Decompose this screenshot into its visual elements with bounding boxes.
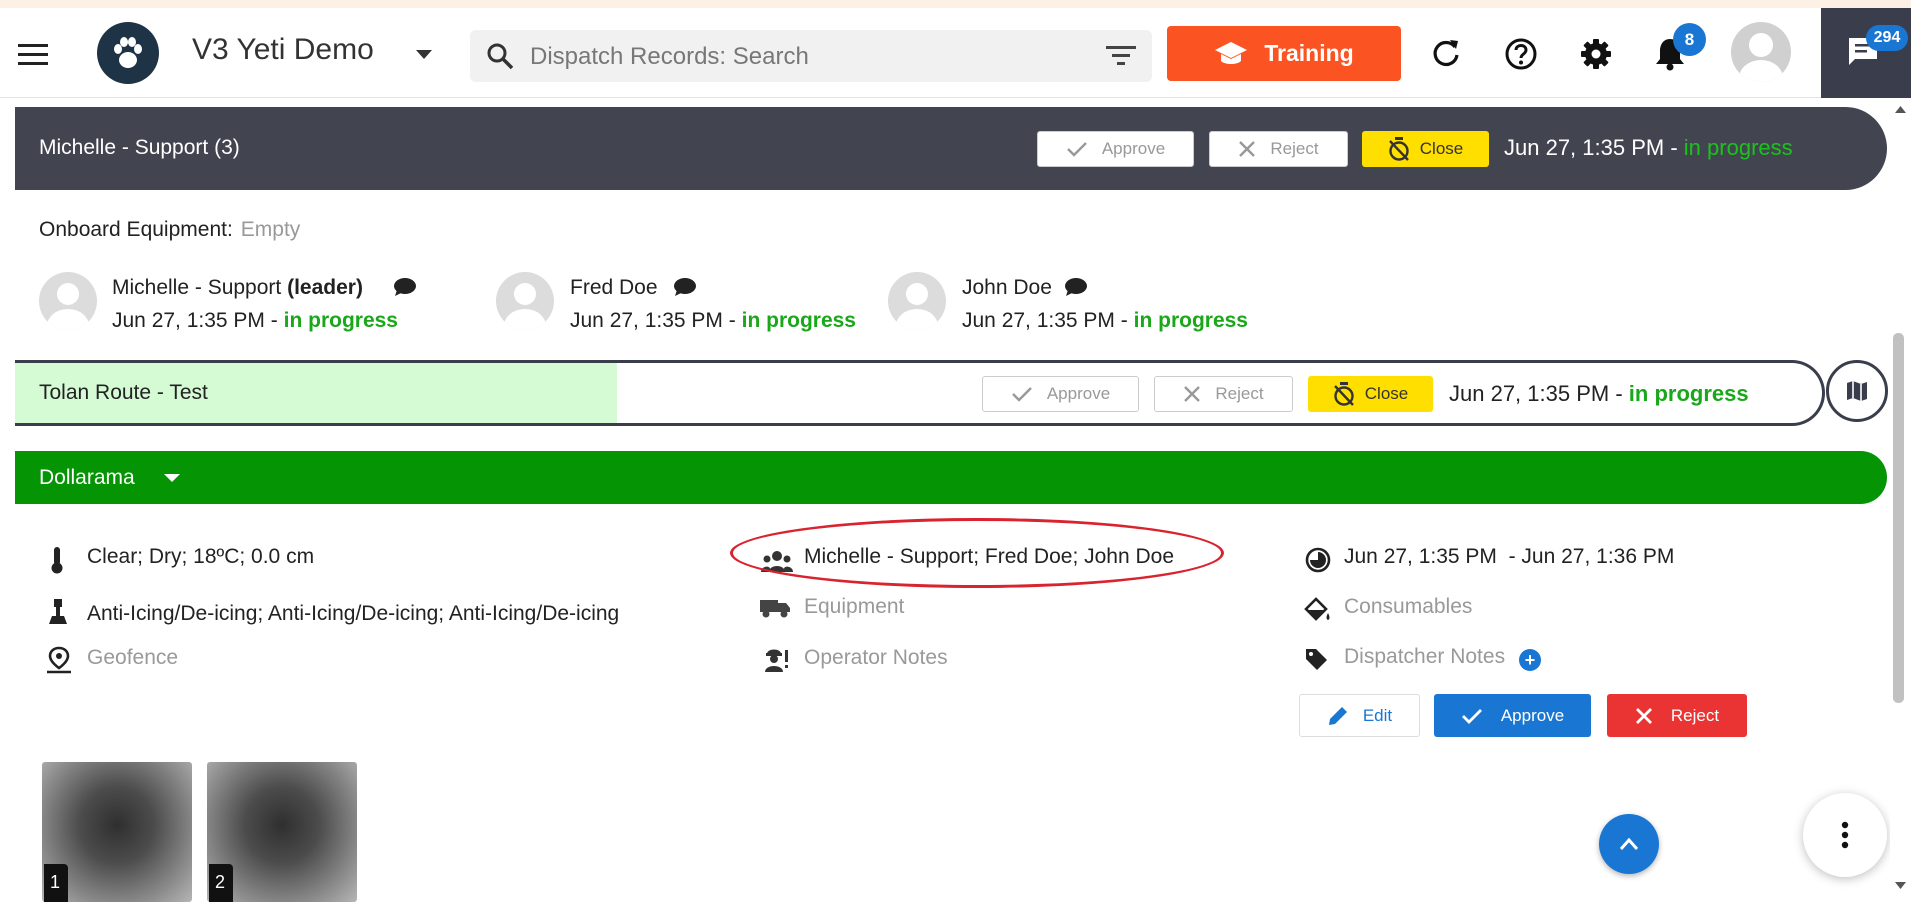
timer-off-icon (1388, 137, 1409, 161)
crew-member-name[interactable]: John Doe (962, 276, 1052, 300)
search-input[interactable]: Dispatch Records: Search (530, 43, 809, 71)
training-button[interactable]: Training (1167, 26, 1401, 81)
filter-icon[interactable] (1106, 46, 1136, 71)
messages-badge: 294 (1866, 25, 1908, 51)
paw-icon (114, 37, 142, 68)
photo-thumbnail[interactable]: 2 (207, 762, 357, 902)
route-approve-button[interactable]: Approve (982, 376, 1139, 412)
more-vert-icon (1841, 821, 1849, 849)
crew-member-status: Jun 27, 1:35 PM - in progress (962, 309, 1248, 332)
help-icon[interactable] (1505, 38, 1537, 70)
route-status: in progress (1628, 381, 1749, 406)
map-icon (1847, 381, 1867, 401)
route-status-line: Jun 27, 1:35 PM - in progress (1449, 381, 1749, 406)
crew-avatar (39, 272, 97, 330)
time-range: Jun 27, 1:35 PM - Jun 27, 1:36 PM (1344, 545, 1675, 568)
check-icon (1461, 708, 1482, 724)
settings-gear-icon[interactable] (1580, 38, 1612, 70)
record-status-line: Jun 27, 1:35 PM - in progress (1504, 135, 1793, 160)
crew-member-status: Jun 27, 1:35 PM - in progress (112, 309, 398, 332)
geofence-pin-icon (45, 646, 73, 674)
x-icon (1239, 141, 1256, 157)
caret-down-icon[interactable] (416, 50, 432, 60)
scroll-to-top-button[interactable] (1599, 814, 1659, 874)
record-date: Jun 27, 1:35 PM (1504, 135, 1665, 160)
search-bar[interactable]: Dispatch Records: Search (470, 30, 1152, 82)
record-approve-button[interactable]: Approve (1037, 131, 1194, 167)
comment-icon[interactable] (673, 277, 697, 297)
photo-thumbnail[interactable]: 1 (42, 762, 192, 902)
route-map-button[interactable] (1826, 360, 1888, 422)
reject-button[interactable]: Reject (1607, 694, 1747, 737)
scroll-up-arrow-icon[interactable] (1895, 106, 1906, 113)
weather-info: Clear; Dry; 18ºC; 0.0 cm (87, 545, 315, 568)
record-reject-button[interactable]: Reject (1209, 131, 1348, 167)
comment-icon[interactable] (1064, 277, 1088, 297)
record-status: in progress (1683, 135, 1793, 160)
operator-notes-link[interactable]: Operator Notes (804, 646, 948, 670)
messages-panel-button[interactable] (1821, 8, 1911, 98)
time-clock-icon (1305, 547, 1331, 573)
tag-icon (1304, 647, 1328, 671)
add-dispatcher-note-icon[interactable]: + (1519, 649, 1541, 671)
comment-icon[interactable] (393, 277, 417, 297)
crew-member-name[interactable]: Michelle - Support (leader) (112, 276, 363, 300)
caret-down-icon[interactable] (164, 474, 180, 483)
equipment-truck-icon (760, 597, 794, 619)
route-reject-button[interactable]: Reject (1154, 376, 1293, 412)
timer-off-icon (1333, 382, 1354, 406)
chevron-up-icon (1619, 837, 1639, 850)
equipment-link[interactable]: Equipment (804, 595, 904, 619)
services-info: Anti-Icing/De-icing; Anti-Icing/De-icing… (87, 602, 620, 625)
crew-member-status: Jun 27, 1:35 PM - in progress (570, 309, 856, 332)
site-header[interactable] (15, 451, 1887, 504)
refresh-icon[interactable] (1431, 38, 1461, 68)
route-date: Jun 27, 1:35 PM (1449, 381, 1610, 406)
route-title[interactable]: Tolan Route - Test (39, 381, 208, 405)
consumables-paint-icon (1303, 596, 1333, 624)
scrollbar-thumb[interactable] (1893, 333, 1904, 703)
notifications-badge: 8 (1673, 23, 1706, 56)
more-options-button[interactable] (1803, 793, 1887, 877)
spray-service-icon (46, 598, 70, 626)
edit-button[interactable]: Edit (1299, 694, 1420, 737)
search-icon (486, 42, 514, 75)
record-title[interactable]: Michelle - Support (3) (39, 136, 240, 160)
consumables-link[interactable]: Consumables (1344, 595, 1472, 619)
scroll-down-arrow-icon[interactable] (1895, 882, 1906, 889)
check-icon (1011, 387, 1032, 402)
approve-button[interactable]: Approve (1434, 694, 1591, 737)
user-avatar[interactable] (1731, 22, 1791, 82)
onboard-value: Empty (240, 218, 301, 241)
thermometer-icon (50, 546, 64, 574)
top-stripe (0, 0, 1911, 8)
hamburger-menu-icon[interactable] (18, 44, 48, 66)
onboard-label: Onboard Equipment: (39, 218, 233, 241)
onboard-equipment: Onboard Equipment: Empty (39, 218, 300, 242)
crew-avatar (888, 272, 946, 330)
training-label: Training (1264, 40, 1354, 66)
geofence-link[interactable]: Geofence (87, 646, 178, 670)
app-name[interactable]: V3 Yeti Demo (192, 33, 374, 67)
dispatcher-notes-link[interactable]: Dispatcher Notes (1344, 645, 1505, 669)
x-icon (1635, 707, 1652, 724)
graduation-cap-icon (1215, 41, 1248, 64)
crew-member-name[interactable]: Fred Doe (570, 276, 658, 300)
record-close-button[interactable]: Close (1362, 131, 1489, 167)
crew-avatar (496, 272, 554, 330)
highlight-annotation (730, 518, 1224, 588)
app-logo[interactable] (97, 22, 159, 84)
site-title[interactable]: Dollarama (39, 466, 135, 490)
check-icon (1066, 142, 1087, 157)
x-icon (1184, 386, 1201, 402)
operator-notes-icon (762, 645, 790, 673)
pencil-icon (1328, 706, 1347, 725)
route-close-button[interactable]: Close (1308, 376, 1433, 412)
